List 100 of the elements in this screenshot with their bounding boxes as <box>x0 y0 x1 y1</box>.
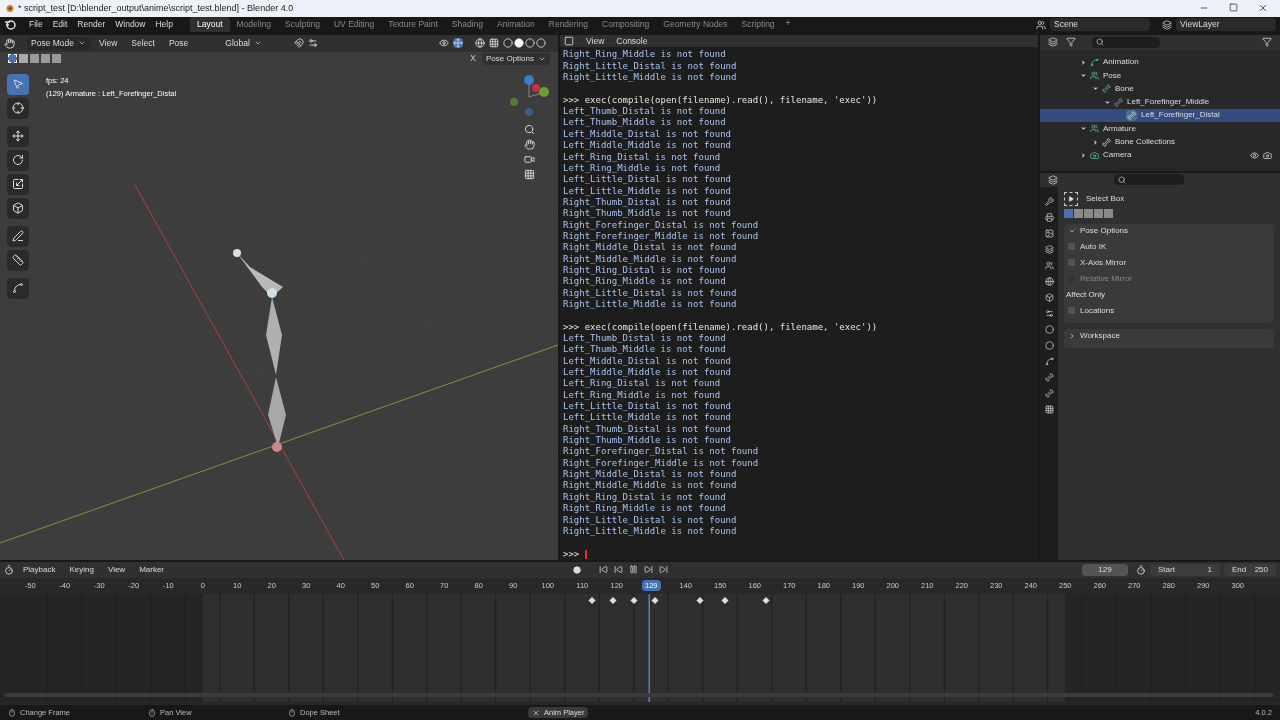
properties-search-field[interactable] <box>1114 174 1184 186</box>
constraints-tab-icon[interactable] <box>1044 356 1054 366</box>
editor-type-icon[interactable] <box>4 564 14 575</box>
menu-item[interactable]: Edit <box>47 18 73 32</box>
end-frame-field[interactable]: End 250 <box>1224 563 1276 576</box>
editor-type-icon[interactable] <box>4 37 15 49</box>
menu-item[interactable]: View <box>102 563 131 576</box>
workspace-tab[interactable]: Scripting <box>734 17 782 33</box>
workspace-tab[interactable]: Layout <box>189 17 230 33</box>
object-tab-icon[interactable] <box>1044 292 1054 302</box>
jump-start-icon[interactable] <box>599 565 609 575</box>
menu-item[interactable]: Marker <box>134 563 170 576</box>
outliner-row[interactable]: Armature <box>1040 122 1280 136</box>
start-frame-field[interactable]: Start 1 <box>1150 563 1220 576</box>
editor-type-icon[interactable] <box>1048 174 1058 185</box>
menu-item[interactable]: Render <box>72 18 111 32</box>
preview-range-icon[interactable] <box>1136 564 1146 575</box>
visibility-icon[interactable] <box>439 38 449 49</box>
camera-view-icon[interactable] <box>523 153 535 165</box>
transform-icon[interactable] <box>7 197 29 219</box>
menu-item[interactable]: Pose <box>163 36 194 50</box>
menu-item[interactable]: View <box>94 36 123 50</box>
display-mode-icon[interactable] <box>1048 37 1058 48</box>
option-checkbox[interactable]: Locations <box>1064 302 1274 319</box>
add-workspace-button[interactable]: + <box>781 17 795 33</box>
scene-icon[interactable] <box>1036 19 1046 30</box>
menu-item[interactable]: File <box>24 18 48 32</box>
gizmo-toggle-icon[interactable] <box>453 38 463 49</box>
select-box-icon[interactable] <box>1064 191 1078 206</box>
workspace-tab[interactable]: Sculpting <box>278 17 327 33</box>
workspace-tab[interactable]: Compositing <box>595 17 657 33</box>
maximize-icon[interactable] <box>1229 3 1238 13</box>
view-layer-field[interactable]: ViewLayer <box>1176 18 1276 32</box>
panel-header[interactable]: Workspace <box>1064 328 1274 344</box>
pause-icon[interactable] <box>629 565 639 575</box>
view-layer-icon[interactable] <box>1162 19 1172 30</box>
rendered-shading-icon[interactable] <box>536 38 546 49</box>
mode-dropdown[interactable]: Pose Mode <box>27 36 90 50</box>
tool-tab-icon[interactable] <box>1044 196 1054 206</box>
menu-item[interactable]: View <box>586 34 605 48</box>
outliner-search-field[interactable] <box>1092 36 1160 48</box>
previous-key-icon[interactable] <box>614 565 624 575</box>
outliner-row[interactable]: Bone <box>1040 82 1280 96</box>
record-icon[interactable] <box>573 565 582 574</box>
option-checkbox[interactable]: X-Axis Mirror <box>1064 254 1274 271</box>
workspace-tab[interactable]: Rendering <box>541 17 595 33</box>
menu-item[interactable]: Window <box>110 18 151 32</box>
filter-icon[interactable] <box>1262 37 1272 48</box>
view-layer-tab-icon[interactable] <box>1044 244 1054 254</box>
measure-icon[interactable] <box>7 249 29 271</box>
world-tab-icon[interactable] <box>1044 276 1054 286</box>
snap-icon[interactable] <box>293 38 304 49</box>
render-toggle-icon[interactable] <box>1263 150 1272 160</box>
pan-icon[interactable] <box>523 138 535 150</box>
menu-item[interactable]: Keying <box>64 563 99 576</box>
render-tab-icon[interactable] <box>1044 212 1054 222</box>
outliner-row[interactable]: Pose <box>1040 68 1280 83</box>
mirror-x-button[interactable]: X <box>466 52 480 66</box>
pose-options-dropdown[interactable]: Pose Options <box>481 52 550 65</box>
texture-tab-icon[interactable] <box>1044 404 1054 414</box>
workspace-tab[interactable]: UV Editing <box>326 17 382 33</box>
perspective-icon[interactable] <box>523 168 535 180</box>
cursor-icon[interactable] <box>7 97 29 119</box>
material-shading-icon[interactable] <box>525 38 535 49</box>
overlay-icon[interactable] <box>475 38 485 49</box>
solid-shading-icon[interactable] <box>514 38 524 49</box>
menu-item[interactable]: Playback <box>18 563 61 576</box>
output-tab-icon[interactable] <box>1044 228 1054 238</box>
workspace-tab[interactable]: Modeling <box>229 17 278 33</box>
outliner-row[interactable]: Camera <box>1040 148 1280 163</box>
visibility-icon[interactable] <box>1250 150 1259 160</box>
panel-header[interactable]: Pose Options <box>1064 223 1274 239</box>
xray-icon[interactable] <box>489 38 499 49</box>
editor-type-icon[interactable] <box>564 36 574 47</box>
modifier-tab-icon[interactable] <box>1044 308 1054 318</box>
jump-end-icon[interactable] <box>659 565 669 575</box>
menu-item[interactable]: Console <box>616 34 648 48</box>
annotate-icon[interactable] <box>7 225 29 247</box>
armature-tab-icon[interactable] <box>1044 388 1054 398</box>
current-frame-field[interactable]: 129 <box>1082 563 1128 576</box>
view-filter-icon[interactable] <box>1066 37 1076 48</box>
outliner-row[interactable]: Bone Collections <box>1040 135 1280 149</box>
relax-icon[interactable] <box>7 277 29 299</box>
workspace-tab[interactable]: Texture Paint <box>381 17 445 33</box>
scale-icon[interactable] <box>7 173 29 195</box>
close-icon[interactable] <box>1258 3 1268 14</box>
option-checkbox[interactable]: Auto IK <box>1064 238 1274 255</box>
zoom-icon[interactable] <box>523 123 535 135</box>
rotate-icon[interactable] <box>7 149 29 171</box>
outliner-row[interactable]: Left_Forefinger_Distal <box>1040 108 1280 123</box>
menu-item[interactable]: Help <box>150 18 178 32</box>
workspace-tab[interactable]: Animation <box>489 17 542 33</box>
workspace-tab[interactable]: Geometry Nodes <box>656 17 735 33</box>
outliner-row[interactable]: Animation <box>1040 55 1280 69</box>
scene-field[interactable]: Scene <box>1050 18 1150 32</box>
workspace-tab[interactable]: Shading <box>444 17 490 33</box>
blender-logo-icon[interactable] <box>4 19 16 31</box>
outliner-row[interactable]: Left_Forefinger_Middle <box>1040 95 1280 109</box>
scene-tab-icon[interactable] <box>1044 260 1054 270</box>
bone-tab-icon[interactable] <box>1044 372 1054 382</box>
